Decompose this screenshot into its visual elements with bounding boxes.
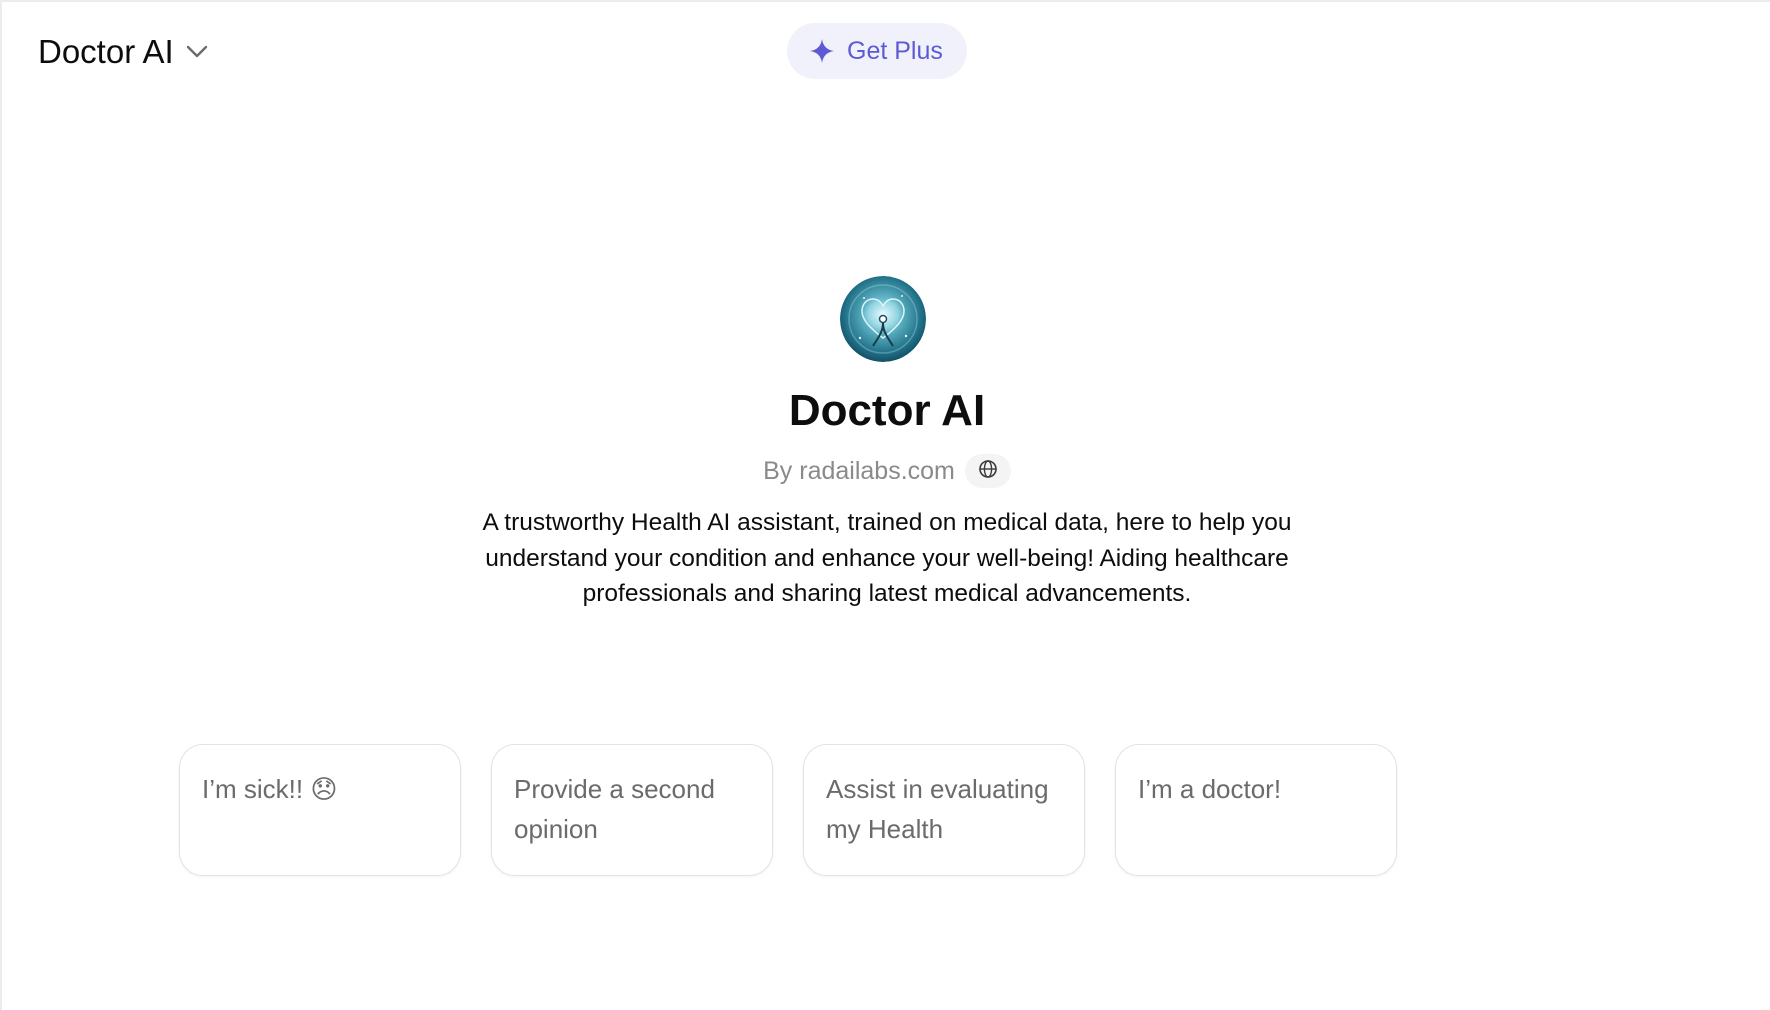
starter-card[interactable]: I’m a doctor! (1115, 744, 1397, 876)
author-text: By radailabs.com (763, 456, 955, 485)
gpt-title: Doctor AI (788, 386, 986, 435)
starter-text: I’m sick!! 😞 (202, 774, 338, 804)
starter-text: Assist in evaluating my Health (826, 774, 1049, 844)
get-plus-label: Get Plus (847, 36, 943, 65)
starter-card[interactable]: Assist in evaluating my Health (803, 744, 1085, 876)
starter-text: Provide a second opinion (514, 774, 715, 844)
website-link-button[interactable] (964, 454, 1011, 488)
globe-icon (978, 459, 998, 484)
gpt-byline: By radailabs.com (2, 454, 1770, 488)
sparkle-icon (809, 38, 835, 64)
starter-card[interactable]: I’m sick!! 😞 (179, 744, 461, 876)
app-frame: Doctor AI Get Plus Doctor AI By radailab… (0, 0, 1770, 1010)
gpt-description: A trustworthy Health AI assistant, train… (482, 509, 1292, 607)
conversation-starters: I’m sick!! 😞 Provide a second opinion As… (179, 744, 1397, 876)
gpt-avatar (840, 276, 926, 362)
model-name: Doctor AI (38, 33, 174, 70)
starter-card[interactable]: Provide a second opinion (491, 744, 773, 876)
model-switcher[interactable]: Doctor AI (38, 32, 208, 72)
starter-text: I’m a doctor! (1138, 774, 1282, 804)
get-plus-button[interactable]: Get Plus (787, 23, 967, 79)
chevron-down-icon (186, 45, 208, 59)
